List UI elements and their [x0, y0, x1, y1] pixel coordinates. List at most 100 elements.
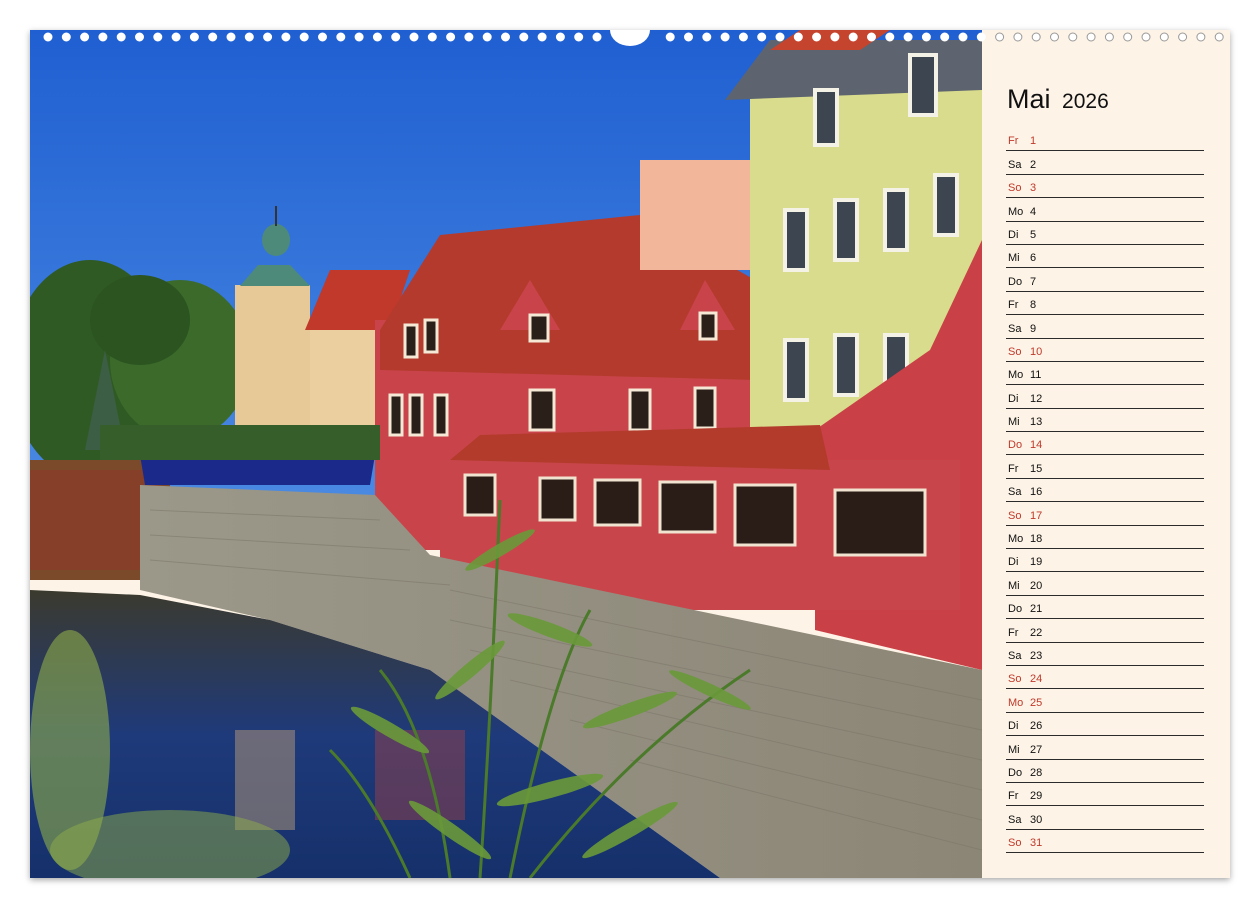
day-number: 29 [1030, 790, 1043, 803]
day-row: Do 14 [1006, 433, 1204, 456]
day-row: Do 7 [1006, 269, 1204, 292]
day-row: Mo 18 [1006, 527, 1204, 550]
day-row: Fr 22 [1006, 620, 1204, 643]
day-number: 6 [1030, 252, 1037, 265]
day-number: 10 [1030, 345, 1043, 358]
day-number: 8 [1030, 299, 1037, 312]
weekday-label: Do [1008, 766, 1023, 779]
day-row: Mo 11 [1006, 363, 1204, 386]
day-row: Di 5 [1006, 223, 1204, 245]
weekday-label: Mo [1008, 205, 1024, 218]
weekday-label: Sa [1008, 813, 1022, 826]
weekday-label: Fr [1008, 790, 1019, 803]
weekday-label: Mo [1008, 369, 1024, 382]
month-title: Mai 2026 [1007, 84, 1109, 115]
weekday-label: Mi [1008, 416, 1020, 429]
weekday-label: So [1008, 182, 1022, 195]
day-number: 3 [1030, 182, 1037, 195]
day-number: 22 [1030, 626, 1043, 639]
day-row: Di 26 [1006, 714, 1204, 737]
day-number: 27 [1030, 743, 1043, 756]
day-number: 4 [1030, 205, 1037, 218]
weekday-label: Mi [1008, 252, 1020, 265]
month-name: Mai [1007, 84, 1051, 114]
weekday-label: Mo [1008, 533, 1024, 546]
weekday-label: Di [1008, 228, 1019, 241]
day-row: Fr 1 [1006, 129, 1204, 152]
weekday-label: Fr [1008, 462, 1019, 475]
day-row: Mi 6 [1006, 246, 1204, 269]
weekday-label: Fr [1008, 626, 1019, 639]
weekday-label: Do [1008, 275, 1023, 288]
day-row: Di 19 [1006, 550, 1204, 573]
weekday-label: Sa [1008, 322, 1022, 335]
day-row: Sa 9 [1006, 316, 1204, 339]
day-number: 19 [1030, 556, 1043, 569]
weekday-label: Sa [1008, 649, 1022, 662]
weekday-label: Di [1008, 720, 1019, 733]
day-row: So 10 [1006, 340, 1204, 362]
day-number: 28 [1030, 766, 1043, 779]
weekday-label: Fr [1008, 299, 1019, 312]
day-row: So 31 [1006, 831, 1204, 854]
day-number: 20 [1030, 579, 1043, 592]
day-number: 17 [1030, 509, 1043, 522]
day-row: Mi 27 [1006, 737, 1204, 760]
day-number: 14 [1030, 439, 1043, 452]
day-row: Mo 4 [1006, 199, 1204, 222]
weekday-label: So [1008, 673, 1022, 686]
weekday-label: So [1008, 837, 1022, 850]
day-row: Do 28 [1006, 761, 1204, 783]
day-row: Sa 16 [1006, 480, 1204, 503]
weekday-label: Mi [1008, 743, 1020, 756]
day-row: Sa 23 [1006, 644, 1204, 666]
weekday-label: Sa [1008, 158, 1022, 171]
weekday-label: Do [1008, 603, 1023, 616]
calendar-page: Mai 2026 Fr 1 Sa 2 So 3 Mo 4 Di 5 Mi 6 Do 7 Fr 8 Sa 9 So 10… [30, 30, 1230, 878]
day-number: 13 [1030, 416, 1043, 429]
weekday-label: So [1008, 345, 1022, 358]
day-number: 31 [1030, 837, 1043, 850]
weekday-label: Fr [1008, 135, 1019, 148]
day-number: 16 [1030, 486, 1043, 499]
day-number: 15 [1030, 462, 1043, 475]
day-number: 23 [1030, 649, 1043, 662]
day-number: 11 [1030, 369, 1042, 382]
weekday-label: Mi [1008, 579, 1020, 592]
day-number: 12 [1030, 392, 1043, 405]
day-row: So 24 [1006, 667, 1204, 690]
calendar-photo [30, 30, 982, 878]
day-row: Mo 25 [1006, 690, 1204, 713]
day-number: 1 [1030, 135, 1037, 148]
day-row: Di 12 [1006, 386, 1204, 409]
day-row: So 17 [1006, 503, 1204, 526]
day-number: 25 [1030, 696, 1043, 709]
weekday-label: So [1008, 509, 1022, 522]
day-number: 30 [1030, 813, 1043, 826]
day-row: Fr 15 [1006, 456, 1204, 479]
day-row: Mi 20 [1006, 573, 1204, 596]
day-row: Sa 30 [1006, 807, 1204, 830]
day-number: 2 [1030, 158, 1037, 171]
day-row: So 3 [1006, 176, 1204, 199]
day-row: Sa 2 [1006, 152, 1204, 175]
day-number: 24 [1030, 673, 1043, 686]
day-number: 9 [1030, 322, 1037, 335]
weekday-label: Mo [1008, 696, 1024, 709]
year: 2026 [1062, 90, 1109, 113]
calendar-sidebar: Mai 2026 Fr 1 Sa 2 So 3 Mo 4 Di 5 Mi 6 Do 7 Fr 8 Sa 9 So 10… [982, 30, 1230, 878]
weekday-label: Sa [1008, 486, 1022, 499]
weekday-label: Di [1008, 556, 1019, 569]
day-number: 5 [1030, 228, 1037, 241]
day-row: Mi 13 [1006, 410, 1204, 433]
day-row: Do 21 [1006, 597, 1204, 620]
day-number: 18 [1030, 533, 1043, 546]
day-row: Fr 8 [1006, 293, 1204, 316]
weekday-label: Do [1008, 439, 1023, 452]
day-number: 21 [1030, 603, 1043, 616]
day-row: Fr 29 [1006, 784, 1204, 807]
day-list: Fr 1 Sa 2 So 3 Mo 4 Di 5 Mi 6 Do 7 Fr 8 Sa 9 So 10 Mo 11 Di 12 M… [1006, 129, 1204, 854]
day-number: 7 [1030, 275, 1037, 288]
weekday-label: Di [1008, 392, 1019, 405]
day-number: 26 [1030, 720, 1043, 733]
